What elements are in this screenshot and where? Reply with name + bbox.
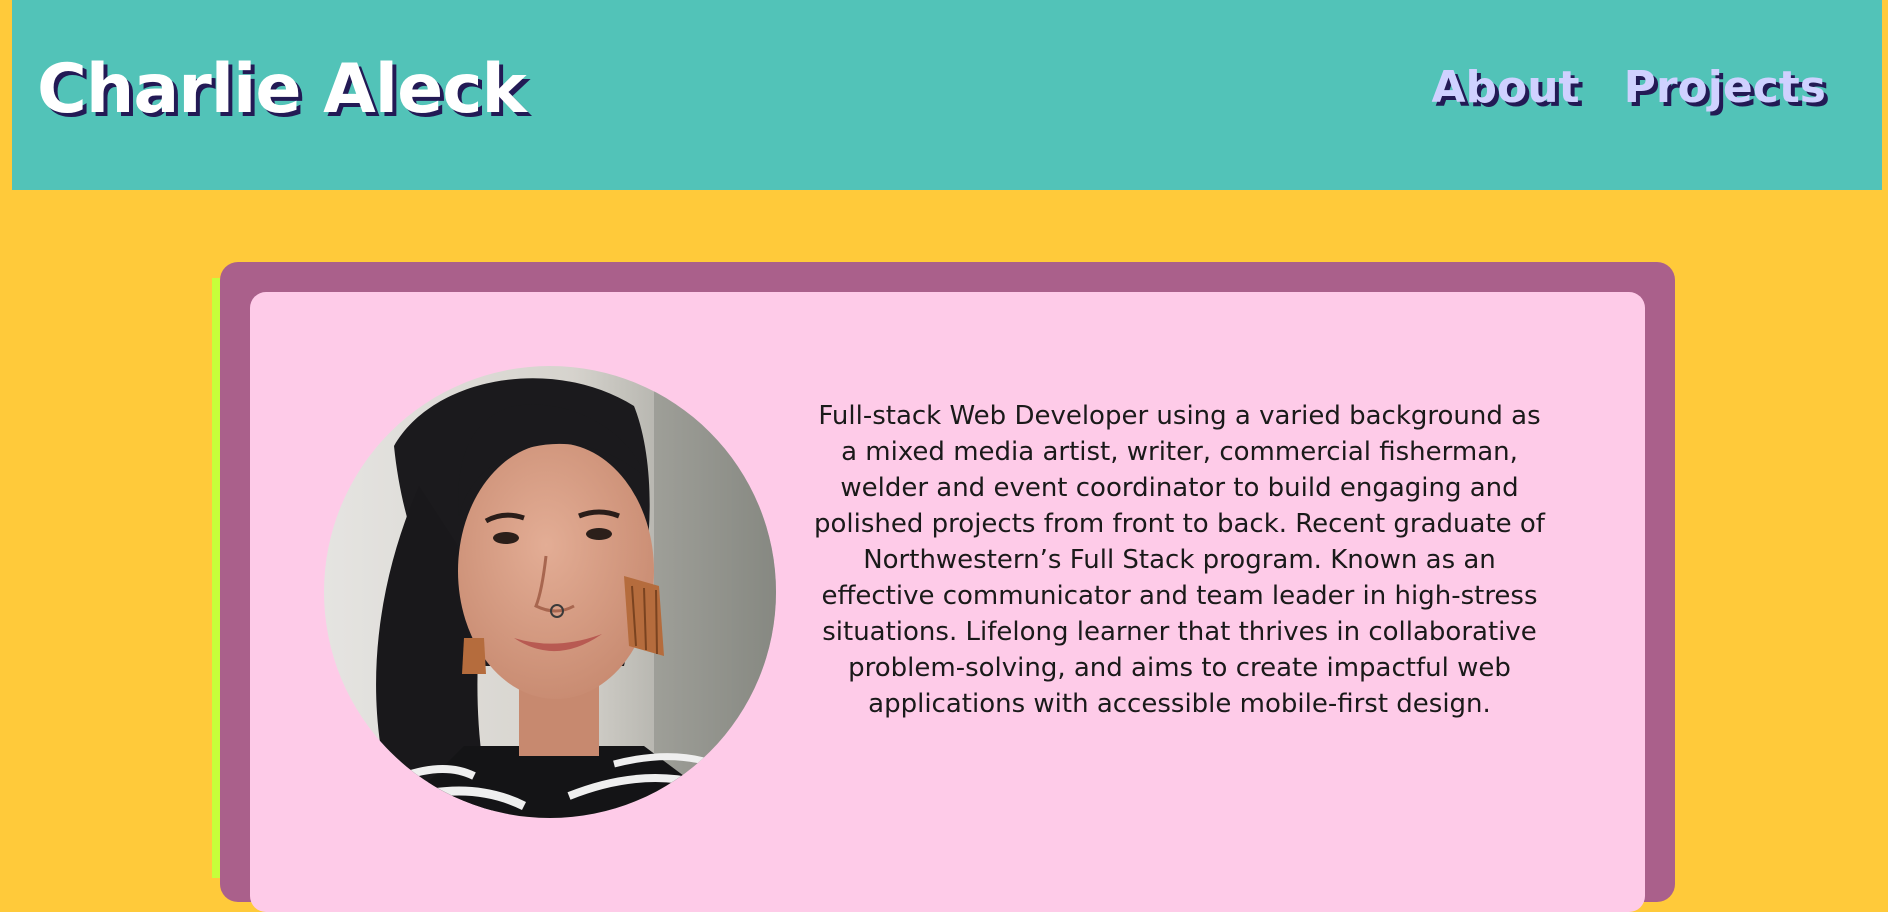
profile-photo — [324, 366, 776, 818]
main-nav: About Projects — [1431, 60, 1826, 116]
site-title[interactable]: Charlie Aleck — [37, 48, 527, 132]
bio-text: Full-stack Web Developer using a varied … — [814, 401, 1545, 719]
nav-link-about[interactable]: About — [1431, 60, 1579, 116]
nav-link-projects[interactable]: Projects — [1624, 60, 1826, 116]
site-header: Charlie Aleck About Projects — [12, 0, 1882, 190]
card-accent-edge — [212, 278, 220, 878]
